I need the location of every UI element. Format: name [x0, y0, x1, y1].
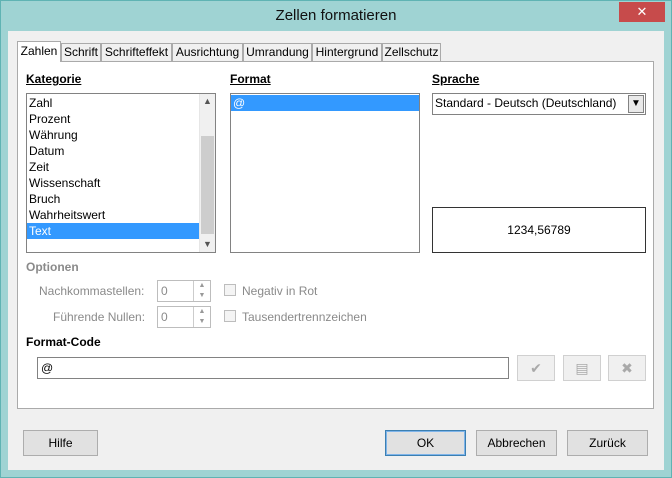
dialog-body: Zahlen Schrift Schrifteffekt Ausrichtung… — [8, 31, 664, 470]
list-item[interactable]: Währung — [27, 127, 199, 143]
fuehrende-nullen-value: 0 — [161, 310, 168, 324]
comment-icon: ▤ — [575, 360, 589, 376]
edit-comment-button[interactable]: ▤ — [563, 355, 601, 381]
list-item-selected[interactable]: Text — [27, 223, 199, 239]
abbrechen-button[interactable]: Abbrechen — [476, 430, 557, 456]
format-code-input[interactable]: @ — [37, 357, 509, 379]
tausendertrennzeichen-checkbox[interactable] — [224, 310, 236, 322]
tab-umrandung[interactable]: Umrandung — [243, 43, 312, 61]
kategorie-listbox[interactable]: Zahl Prozent Währung Datum Zeit Wissensc… — [26, 93, 216, 253]
sprache-select[interactable]: Standard - Deutsch (Deutschland) ▼ — [432, 93, 646, 115]
scroll-up-icon[interactable]: ▲ — [200, 94, 215, 109]
list-item[interactable]: Wahrheitswert — [27, 207, 199, 223]
list-item[interactable]: Bruch — [27, 191, 199, 207]
delete-format-button[interactable]: ✖ — [608, 355, 646, 381]
hilfe-label: Hilfe — [48, 436, 73, 450]
tab-ausrichtung[interactable]: Ausrichtung — [172, 43, 243, 61]
zurueck-label: Zurück — [589, 436, 626, 450]
format-preview: 1234,56789 — [432, 207, 646, 253]
abbrechen-label: Abbrechen — [487, 436, 546, 450]
spin-down-icon[interactable]: ▼ — [194, 317, 210, 327]
fuehrende-nullen-label: Führende Nullen: — [53, 310, 146, 324]
scroll-down-icon[interactable]: ▼ — [200, 237, 215, 252]
format-listbox[interactable]: @ — [230, 93, 420, 253]
scroll-thumb[interactable] — [201, 136, 214, 234]
list-item-selected[interactable]: @ — [231, 95, 419, 111]
fuehrende-nullen-stepper[interactable]: 0 ▲ ▼ — [157, 306, 211, 328]
ok-button[interactable]: OK — [385, 430, 466, 456]
tab-zellschutz[interactable]: Zellschutz — [382, 43, 441, 61]
ok-label: OK — [416, 436, 435, 450]
nachkommastellen-label: Nachkommastellen: — [39, 284, 145, 298]
tab-hintergrund[interactable]: Hintergrund — [312, 43, 382, 61]
tab-schrifteffekt[interactable]: Schrifteffekt — [101, 43, 172, 61]
list-item[interactable]: Zahl — [27, 95, 199, 111]
list-item[interactable]: Datum — [27, 143, 199, 159]
check-icon: ✔ — [530, 360, 542, 376]
delete-icon: ✖ — [621, 360, 633, 376]
spin-up-icon[interactable]: ▲ — [194, 307, 210, 317]
format-header: Format — [230, 72, 271, 86]
spin-up-icon[interactable]: ▲ — [194, 281, 210, 291]
tab-zahlen[interactable]: Zahlen — [17, 41, 61, 62]
negativ-in-rot-checkbox[interactable] — [224, 284, 236, 296]
tausendertrennzeichen-label: Tausendertrennzeichen — [242, 310, 367, 324]
title-bar[interactable]: Zellen formatieren ✕ — [1, 1, 671, 31]
apply-format-code-button[interactable]: ✔ — [517, 355, 555, 381]
kategorie-scrollbar[interactable]: ▲ ▼ — [199, 94, 215, 252]
preview-value: 1234,56789 — [507, 223, 571, 237]
spin-down-icon[interactable]: ▼ — [194, 291, 210, 301]
kategorie-header: Kategorie — [26, 72, 82, 86]
format-code-value: @ — [41, 361, 54, 375]
optionen-header: Optionen — [26, 260, 79, 274]
list-item[interactable]: Prozent — [27, 111, 199, 127]
tab-schrift[interactable]: Schrift — [61, 43, 101, 61]
sprache-header: Sprache — [432, 72, 480, 86]
list-item[interactable]: Wissenschaft — [27, 175, 199, 191]
close-button[interactable]: ✕ — [619, 2, 665, 22]
window-title: Zellen formatieren — [275, 7, 397, 24]
close-icon: ✕ — [636, 4, 648, 19]
dialog-window: Zellen formatieren ✕ Zahlen Schrift Schr… — [0, 0, 672, 478]
chevron-down-icon[interactable]: ▼ — [628, 95, 644, 113]
nachkommastellen-value: 0 — [161, 284, 168, 298]
zurueck-button[interactable]: Zurück — [567, 430, 648, 456]
format-code-header: Format-Code — [26, 335, 101, 349]
list-item[interactable]: Zeit — [27, 159, 199, 175]
hilfe-button[interactable]: Hilfe — [23, 430, 98, 456]
sprache-value: Standard - Deutsch (Deutschland) — [435, 96, 617, 110]
negativ-in-rot-label: Negativ in Rot — [242, 284, 318, 298]
tab-panel-zahlen: Kategorie Zahl Prozent Währung Datum Zei… — [17, 61, 654, 409]
nachkommastellen-stepper[interactable]: 0 ▲ ▼ — [157, 280, 211, 302]
